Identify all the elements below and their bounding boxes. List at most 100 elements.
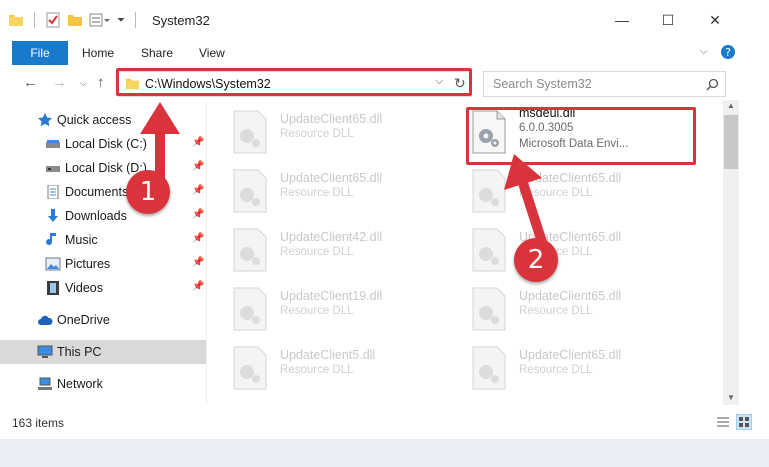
sidebar-item-label: Pictures — [65, 257, 111, 271]
toolbar-separator — [135, 12, 136, 28]
file-description: Resource DLL — [280, 305, 354, 317]
scroll-down-icon[interactable]: ▼ — [727, 393, 735, 402]
file-item[interactable]: UpdateClient65.dll Resource DLL — [207, 102, 437, 158]
sidebar-item-label: Network — [57, 377, 103, 391]
forward-arrow-icon[interactable]: → — [52, 74, 67, 91]
pin-icon[interactable]: 📌 — [192, 281, 204, 292]
dll-file-icon — [233, 110, 267, 154]
dll-file-icon — [233, 346, 267, 390]
pictures-icon — [45, 257, 61, 271]
file-name: UpdateClient42.dll — [280, 230, 383, 244]
dll-file-icon — [233, 228, 267, 272]
dll-file-icon — [472, 287, 506, 331]
minimize-button[interactable]: — — [599, 8, 645, 32]
qat-dropdown-icon[interactable]: ⏷ — [117, 15, 125, 26]
search-box[interactable]: Search System32 — [483, 71, 726, 97]
star-icon — [38, 113, 52, 127]
computer-icon — [37, 345, 53, 358]
file-item[interactable]: UpdateClient65.dll Resource DLL — [207, 161, 437, 217]
back-arrow-icon[interactable]: ← — [23, 74, 38, 91]
scroll-up-icon[interactable]: ▲ — [727, 101, 735, 110]
file-name: UpdateClient5.dll — [280, 348, 376, 362]
documents-icon — [47, 185, 59, 199]
large-icons-view-icon[interactable] — [736, 414, 752, 430]
scrollbar-thumb[interactable] — [724, 115, 738, 169]
pin-icon[interactable]: 📌 — [192, 257, 204, 268]
customize-view-icon[interactable] — [89, 13, 111, 27]
pin-icon[interactable]: 📌 — [192, 233, 204, 244]
download-arrow-icon — [48, 209, 58, 222]
tab-home[interactable]: Home — [82, 41, 114, 65]
sidebar-item-label: Quick access — [57, 113, 132, 127]
file-item[interactable]: UpdateClient19.dll Resource DLL — [207, 279, 437, 335]
details-view-icon[interactable] — [716, 416, 730, 428]
step-badge-1: 1 — [126, 170, 170, 214]
properties-check-icon[interactable] — [45, 12, 61, 28]
address-bar-highlight — [116, 68, 472, 96]
drive-icon — [46, 140, 60, 148]
film-icon — [47, 281, 59, 295]
up-arrow-icon[interactable]: ↑ — [97, 74, 105, 91]
file-name: UpdateClient65.dll — [280, 171, 383, 185]
new-folder-icon[interactable] — [67, 13, 83, 27]
search-icon — [706, 78, 719, 91]
network-icon — [38, 377, 52, 390]
folder-icon — [9, 15, 23, 26]
quick-access-toolbar: ⏷ — [8, 12, 140, 28]
sidebar-item-label: This PC — [57, 345, 102, 359]
dll-file-icon — [233, 287, 267, 331]
file-name: UpdateClient65.dll — [280, 112, 383, 126]
tab-share[interactable]: Share — [141, 41, 173, 65]
pin-icon[interactable]: 📌 — [192, 137, 204, 148]
file-description: Resource DLL — [519, 364, 593, 376]
file-name: UpdateClient65.dll — [519, 348, 622, 362]
sidebar-item-this-pc[interactable]: This PC — [0, 340, 206, 364]
dll-file-icon — [233, 169, 267, 213]
sidebar-item-videos[interactable]: Videos 📌 — [0, 276, 206, 300]
svg-text:?: ? — [725, 46, 731, 59]
tab-view[interactable]: View — [199, 41, 225, 65]
taskbar-edge — [0, 439, 769, 467]
cloud-icon — [38, 315, 53, 325]
file-item[interactable]: UpdateClient42.dll Resource DLL — [207, 220, 437, 276]
tab-file[interactable]: File — [12, 41, 68, 65]
title-bar: ⏷ System32 — ☐ ✕ — [0, 0, 769, 39]
annotation-arrow-2 — [504, 154, 547, 247]
music-note-icon — [46, 233, 56, 246]
sidebar-item-label: Videos — [65, 281, 103, 295]
file-item[interactable]: UpdateClient5.dll Resource DLL — [207, 338, 437, 394]
file-description: Resource DLL — [519, 305, 593, 317]
sidebar-item-label: Documents — [65, 185, 129, 199]
recent-locations-chevron-icon[interactable]: ⌵ — [80, 78, 87, 89]
status-bar: 163 items — [0, 405, 769, 439]
sidebar-item-music[interactable]: Music 📌 — [0, 228, 206, 252]
sidebar-item-label: OneDrive — [57, 313, 110, 327]
maximize-button[interactable]: ☐ — [645, 8, 691, 32]
step-badge-2: 2 — [514, 238, 558, 282]
pin-icon[interactable]: 📌 — [192, 185, 204, 196]
sidebar-item-onedrive[interactable]: OneDrive — [0, 308, 206, 332]
item-count: 163 items — [12, 416, 65, 430]
file-description: Resource DLL — [280, 128, 354, 140]
ribbon-tabs: File Home Share View ⌵ ? — [0, 39, 769, 67]
sidebar-item-network[interactable]: Network — [0, 372, 206, 396]
window-title: System32 — [152, 13, 210, 28]
help-icon[interactable]: ? — [720, 44, 736, 60]
file-description: Resource DLL — [280, 364, 354, 376]
pin-icon[interactable]: 📌 — [192, 161, 204, 172]
sidebar-item-label: Downloads — [65, 209, 127, 223]
ribbon-expand-icon[interactable]: ⌵ — [700, 46, 708, 57]
close-button[interactable]: ✕ — [692, 8, 738, 32]
pin-icon[interactable]: 📌 — [192, 209, 204, 220]
file-item[interactable]: UpdateClient65.dll Resource DLL — [446, 279, 676, 335]
file-item[interactable]: UpdateClient65.dll Resource DLL — [446, 338, 676, 394]
sidebar-item-downloads[interactable]: Downloads 📌 — [0, 204, 206, 228]
file-description: Resource DLL — [280, 246, 354, 258]
sidebar-item-label: Music — [65, 233, 98, 247]
drive-icon — [46, 166, 60, 172]
search-placeholder: Search System32 — [493, 77, 592, 91]
dll-file-icon — [472, 346, 506, 390]
file-name: UpdateClient65.dll — [519, 289, 622, 303]
toolbar-separator — [34, 12, 35, 28]
sidebar-item-pictures[interactable]: Pictures 📌 — [0, 252, 206, 276]
